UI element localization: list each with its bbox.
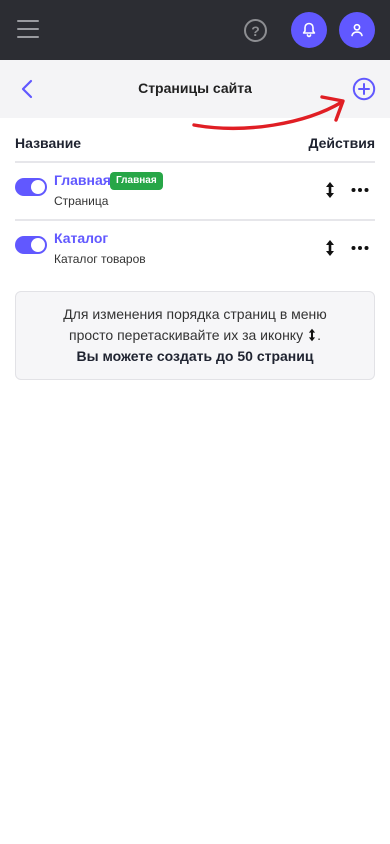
column-actions-header: Действия (308, 135, 375, 151)
divider (15, 219, 375, 221)
more-options-icon[interactable] (351, 187, 369, 193)
page-enabled-toggle[interactable] (15, 178, 47, 196)
user-icon (351, 23, 363, 37)
info-line-2-text: просто перетаскивайте их за иконку (69, 327, 304, 343)
hamburger-icon[interactable] (17, 20, 39, 38)
drag-sort-icon (308, 328, 316, 342)
divider (15, 161, 375, 163)
page-header: Страницы сайта (0, 60, 390, 118)
more-options-icon[interactable] (351, 245, 369, 251)
table-row: Каталог Каталог товаров (15, 225, 375, 281)
column-name-header: Название (15, 135, 82, 151)
top-bar: ? (0, 0, 390, 60)
page-subtitle: Каталог товаров (54, 252, 146, 266)
bell-icon (302, 22, 316, 38)
info-line-2-end: . (317, 327, 321, 343)
info-line-2: просто перетаскивайте их за иконку. (16, 327, 374, 343)
table-header: Название Действия (15, 135, 375, 155)
main-page-badge: Главная (110, 172, 163, 190)
page-title-link[interactable]: Главная (54, 172, 111, 188)
notifications-button[interactable] (291, 12, 327, 48)
page-title: Страницы сайта (138, 80, 252, 96)
profile-button[interactable] (339, 12, 375, 48)
page-enabled-toggle[interactable] (15, 236, 47, 254)
page-title-link[interactable]: Каталог (54, 230, 108, 246)
help-button[interactable]: ? (244, 19, 267, 42)
drag-sort-icon[interactable] (324, 181, 336, 199)
info-line-3: Вы можете создать до 50 страниц (76, 348, 314, 364)
page-subtitle: Страница (54, 194, 109, 208)
table-row: Главная Главная Страница (15, 167, 375, 223)
info-box: Для изменения порядка страниц в меню про… (15, 291, 375, 380)
plus-circle-icon[interactable] (352, 77, 376, 101)
info-line-1: Для изменения порядка страниц в меню (63, 306, 327, 322)
help-label: ? (251, 22, 260, 39)
drag-sort-icon[interactable] (324, 239, 336, 257)
